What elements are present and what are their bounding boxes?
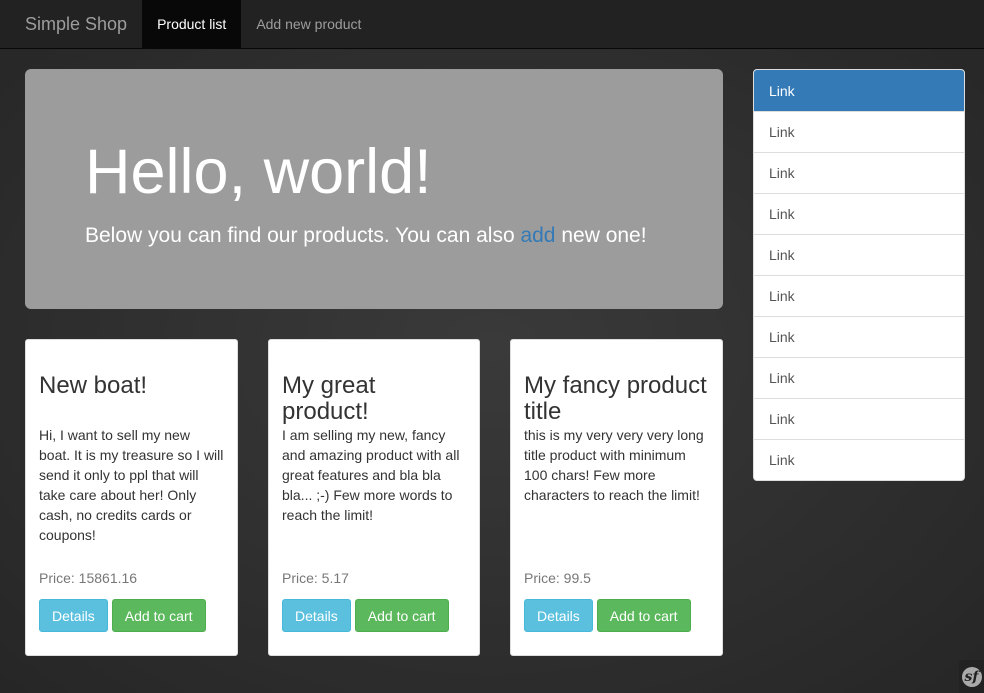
top-navbar: Simple Shop Product list Add new product [0,0,984,49]
sidebar-link-5[interactable]: Link [754,234,964,275]
product-title: New boat! [39,372,148,399]
add-product-link[interactable]: add [520,224,555,247]
product-actions: Details Add to cart [282,599,449,632]
details-button[interactable]: Details [39,599,108,632]
product-price: Price: 15861.16 [39,570,138,586]
debug-toolbar-toggle[interactable]: sf [959,660,984,693]
product-price: Price: 99.5 [524,570,591,586]
symfony-logo-icon: sf [961,666,982,687]
details-button[interactable]: Details [524,599,593,632]
hero-text-before: Below you can find our products. You can… [85,224,521,247]
product-description: Hi, I want to sell my new boat. It is my… [39,427,224,543]
details-button[interactable]: Details [282,599,351,632]
product-title: My great product! [282,372,376,425]
hero-heading: Hello, world! [85,137,432,207]
nav-add-new-product[interactable]: Add new product [241,0,376,48]
product-actions: Details Add to cart [524,599,691,632]
product-card: My fancy product title this is my very v… [510,339,723,656]
sidebar-link-3[interactable]: Link [754,152,964,193]
nav-product-list[interactable]: Product list [142,0,242,48]
hero-text-after: new one! [555,224,647,247]
product-price: Price: 5.17 [282,570,349,586]
sidebar-link-10[interactable]: Link [754,439,964,480]
product-title: My fancy product title [524,372,707,425]
sidebar-link-1[interactable]: Link [754,70,964,111]
sidebar-link-list: Link Link Link Link Link Link Link Link … [753,69,965,481]
add-to-cart-button[interactable]: Add to cart [354,599,449,632]
product-card: New boat! Hi, I want to sell my new boat… [25,339,238,656]
product-description: this is my very very very long title pro… [524,427,704,503]
add-to-cart-button[interactable]: Add to cart [111,599,206,632]
product-actions: Details Add to cart [39,599,206,632]
sidebar-link-4[interactable]: Link [754,193,964,234]
hero-text: Below you can find our products. You can… [85,224,663,248]
hero-jumbotron: Hello, world! Below you can find our pro… [25,69,723,309]
brand-link[interactable]: Simple Shop [0,0,142,48]
sidebar-link-8[interactable]: Link [754,357,964,398]
product-card: My great product! I am selling my new, f… [268,339,480,656]
sidebar-link-6[interactable]: Link [754,275,964,316]
sidebar-link-9[interactable]: Link [754,398,964,439]
product-description: I am selling my new, fancy and amazing p… [282,427,460,523]
add-to-cart-button[interactable]: Add to cart [596,599,691,632]
sidebar-link-2[interactable]: Link [754,111,964,152]
sidebar-link-7[interactable]: Link [754,316,964,357]
